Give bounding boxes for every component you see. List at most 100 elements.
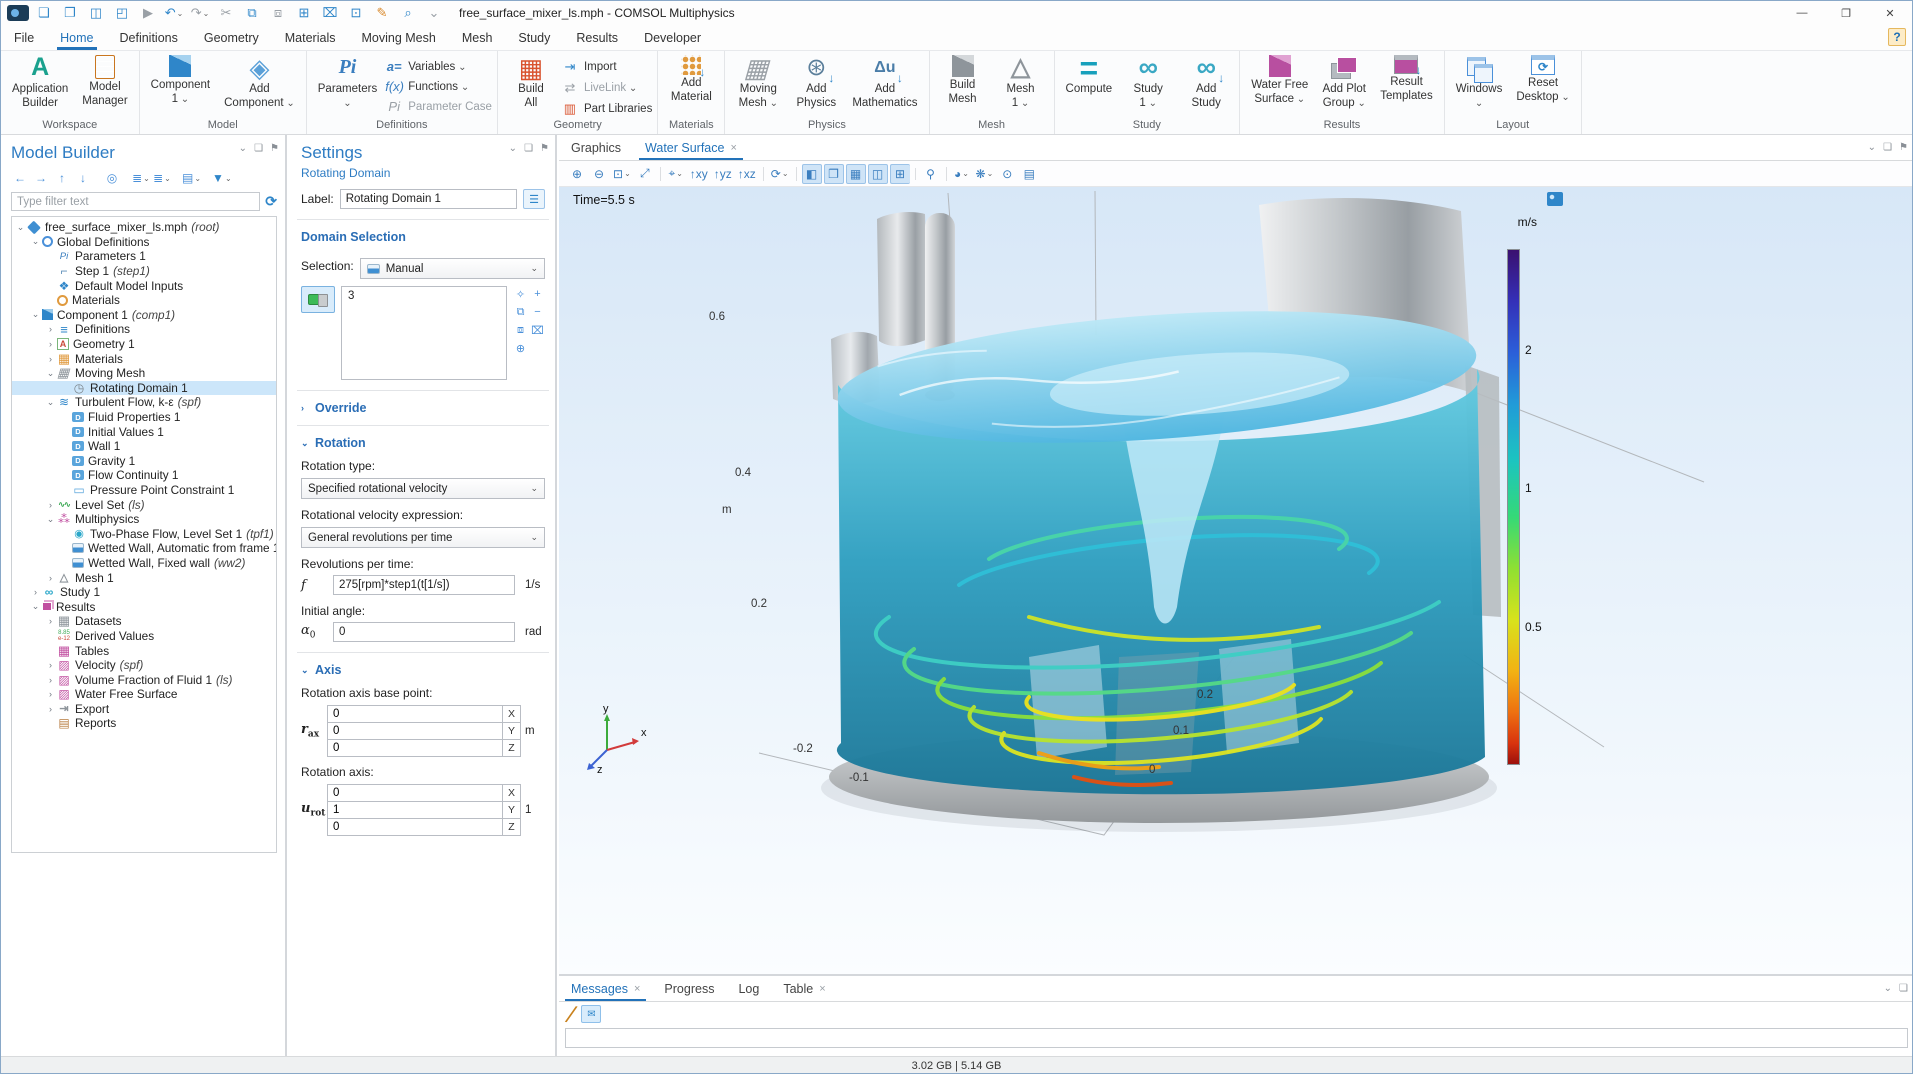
graphics-tool-button[interactable]: ⌖⌄: [666, 164, 686, 184]
tree-item[interactable]: Rotating Domain 1: [12, 381, 276, 396]
tree-expander[interactable]: ›: [45, 616, 56, 626]
selection-tool-button[interactable]: +: [530, 286, 545, 302]
selection-tool-button[interactable]: ✧: [513, 286, 528, 302]
qat-button[interactable]: ◫: [85, 3, 107, 23]
model-manager-button[interactable]: ModelManager: [76, 52, 133, 108]
graphics-tool-button[interactable]: ❐: [824, 164, 844, 184]
base-point-x-input[interactable]: [327, 705, 503, 723]
mesh-1-button[interactable]: Mesh1: [993, 52, 1049, 110]
tree-expander[interactable]: ⌄: [15, 222, 26, 233]
application-builder-button[interactable]: ApplicationBuilder: [6, 52, 74, 110]
model-builder-tool[interactable]: →: [32, 169, 50, 187]
ribbon-tab[interactable]: Geometry: [191, 25, 272, 50]
rotation-axis-z-input[interactable]: [327, 818, 503, 836]
ribbon-tab[interactable]: Results: [563, 25, 631, 50]
tree-expander[interactable]: ›: [45, 704, 56, 714]
water-free-surface-button[interactable]: Water FreeSurface: [1245, 52, 1314, 106]
graphics-tool-button[interactable]: ⟳⌄: [769, 164, 791, 184]
panel-collapse-icon[interactable]: ⌄: [1884, 983, 1892, 994]
refresh-icon[interactable]: ⟳: [265, 193, 277, 210]
ribbon-tab[interactable]: Study: [505, 25, 563, 50]
minimize-button[interactable]: —: [1780, 1, 1824, 25]
graphics-canvas[interactable]: Time=5.5 s m/s 2 1 0.5 0.6 0.4 m 0.2 -0.…: [559, 187, 1913, 974]
qat-button[interactable]: ↶⌄: [163, 3, 185, 23]
tree-item[interactable]: Tables: [12, 643, 276, 658]
selection-list[interactable]: 3: [341, 286, 507, 380]
tree-expander[interactable]: ⌄: [30, 309, 41, 320]
qat-button[interactable]: ❏: [33, 3, 55, 23]
qat-button[interactable]: ⊞: [293, 3, 315, 23]
close-button[interactable]: ✕: [1868, 1, 1912, 25]
qat-button[interactable]: ⧈: [267, 3, 289, 23]
tree-item[interactable]: Wetted Wall, Automatic from frame 1 (ww1…: [12, 541, 276, 556]
add-component-button[interactable]: AddComponent: [218, 52, 301, 110]
active-toggle-button[interactable]: [301, 286, 335, 313]
qat-button[interactable]: ❐: [59, 3, 81, 23]
rotation-axis-y-input[interactable]: [327, 801, 503, 819]
help-button[interactable]: ?: [1888, 28, 1906, 46]
tree-expander[interactable]: ⌄: [45, 514, 56, 525]
build-all-button[interactable]: BuildAll: [503, 52, 559, 110]
qat-button[interactable]: ▶: [137, 3, 159, 23]
tree-item[interactable]: ⌄ Global Definitions: [12, 235, 276, 250]
tree-expander[interactable]: ›: [45, 689, 56, 699]
selection-dropdown[interactable]: Manual ⌄: [360, 258, 545, 279]
panel-float-icon[interactable]: ❏: [1883, 142, 1892, 153]
graphics-tool-button[interactable]: ⊖: [589, 164, 609, 184]
revolutions-input[interactable]: [333, 575, 515, 595]
model-builder-tool[interactable]: ▤⌄: [182, 169, 201, 187]
add-study-button[interactable]: AddStudy: [1178, 52, 1234, 110]
tree-item[interactable]: Two-Phase Flow, Level Set 1 (tpf1): [12, 526, 276, 541]
add-mathematics-button[interactable]: AddMathematics: [846, 52, 923, 110]
qat-button[interactable]: ⊡: [345, 3, 367, 23]
ribbon-tab[interactable]: Moving Mesh: [348, 25, 448, 50]
selection-tool-button[interactable]: −: [530, 304, 545, 320]
rotation-axis-x-input[interactable]: [327, 784, 503, 802]
tree-item[interactable]: › Volume Fraction of Fluid 1 (ls): [12, 672, 276, 687]
tree-item[interactable]: › Level Set (ls): [12, 497, 276, 512]
tree-item[interactable]: › Materials: [12, 351, 276, 366]
graphics-tool-button[interactable]: ⊕: [567, 164, 587, 184]
tree-item[interactable]: Gravity 1: [12, 454, 276, 469]
base-point-y-input[interactable]: [327, 722, 503, 740]
graphics-tool-button[interactable]: ⊙: [997, 164, 1017, 184]
model-builder-tool[interactable]: ←: [11, 169, 29, 187]
tree-item[interactable]: Default Model Inputs: [12, 278, 276, 293]
model-builder-tool[interactable]: ◎: [103, 169, 121, 187]
tree-expander[interactable]: ⌄: [30, 236, 41, 247]
qat-button[interactable]: ⌧: [319, 3, 341, 23]
image-snapshot-icon[interactable]: [1547, 192, 1563, 206]
tree-item[interactable]: › Velocity (spf): [12, 658, 276, 673]
tree-item[interactable]: ⌄ Results: [12, 599, 276, 614]
tree-expander[interactable]: ›: [30, 587, 41, 597]
tree-expander[interactable]: ›: [45, 660, 56, 670]
qat-button[interactable]: ↷⌄: [189, 3, 211, 23]
rotation-type-dropdown[interactable]: Specified rotational velocity⌄: [301, 478, 545, 499]
tree-item[interactable]: ⌄ free_surface_mixer_ls.mph (root): [12, 220, 276, 235]
ribbon-tab[interactable]: Home: [47, 25, 106, 50]
messages-tab[interactable]: Table×: [771, 976, 837, 1001]
section-domain-selection[interactable]: Domain Selection: [301, 230, 545, 244]
close-tab-icon[interactable]: ×: [819, 983, 825, 995]
tree-item[interactable]: ⌄ Moving Mesh: [12, 366, 276, 381]
model-builder-tool[interactable]: ↑: [53, 169, 71, 187]
tree-item[interactable]: › Export: [12, 702, 276, 717]
panel-collapse-icon[interactable]: ⌄: [1868, 142, 1876, 153]
base-point-z-input[interactable]: [327, 739, 503, 757]
tree-item[interactable]: Materials: [12, 293, 276, 308]
result-templates-button[interactable]: ResultTemplates: [1374, 52, 1438, 103]
tree-item[interactable]: ⌄ Turbulent Flow, k-ε (spf): [12, 395, 276, 410]
tree-item[interactable]: › Definitions: [12, 322, 276, 337]
add-physics-button[interactable]: AddPhysics: [788, 52, 844, 110]
add-material-button[interactable]: AddMaterial: [663, 52, 719, 104]
qat-button[interactable]: ◰: [111, 3, 133, 23]
panel-pin-icon[interactable]: ⚑: [270, 143, 279, 154]
qat-button[interactable]: ✎: [371, 3, 393, 23]
close-tab-icon[interactable]: ×: [730, 142, 736, 154]
ribbon-tab[interactable]: Definitions: [107, 25, 191, 50]
tree-item[interactable]: Wall 1: [12, 439, 276, 454]
messages-tab[interactable]: Messages×: [559, 976, 652, 1001]
qat-button[interactable]: ⌄: [423, 3, 445, 23]
model-builder-tool[interactable]: ↓: [74, 169, 92, 187]
tree-expander[interactable]: ›: [45, 500, 56, 510]
